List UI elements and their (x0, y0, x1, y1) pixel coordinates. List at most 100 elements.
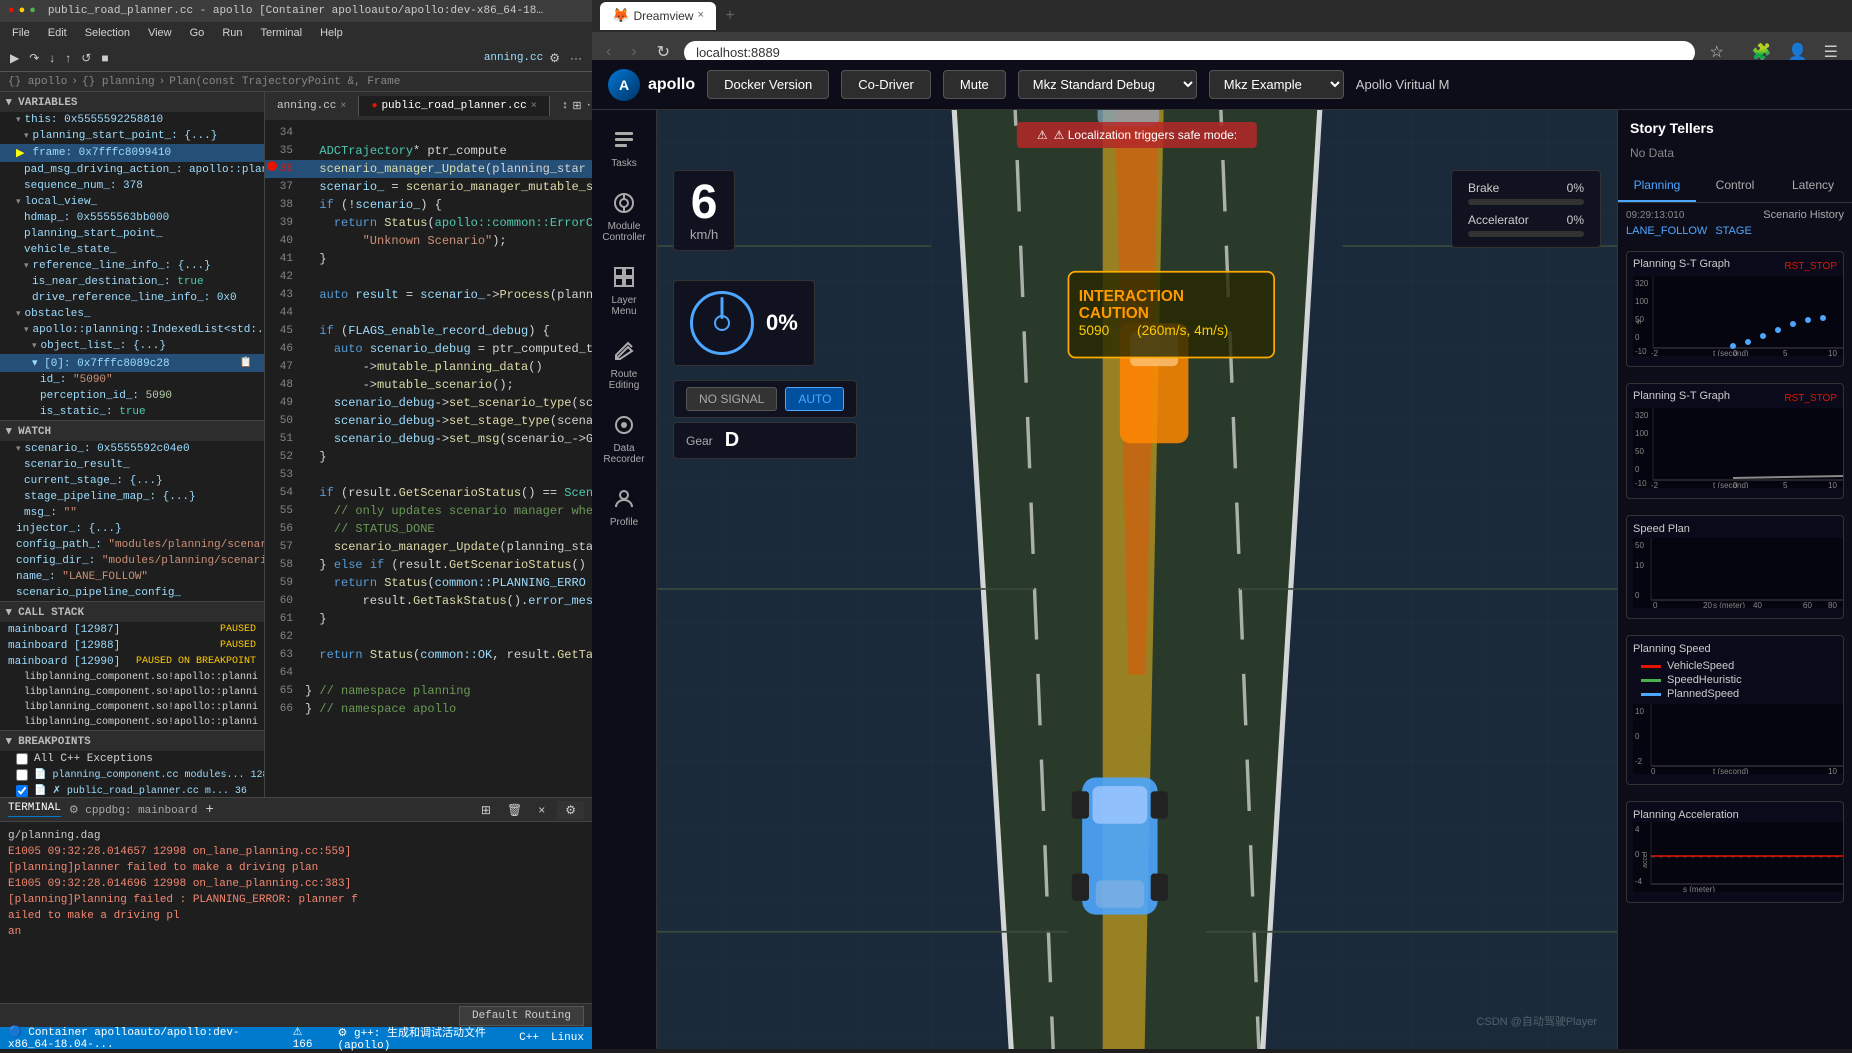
restart-btn[interactable]: ↺ (77, 49, 95, 67)
tab-public-road-planner[interactable]: ● public_road_planner.cc × (359, 96, 549, 116)
code-line-38: 38 if (!scenario_) { (265, 196, 592, 214)
planning-tab[interactable]: Planning (1618, 170, 1696, 202)
graph1-header: Planning S-T Graph RST_STOP (1633, 258, 1837, 274)
terminal-close-btn[interactable]: × (534, 801, 549, 819)
code-line-44: 44 (265, 304, 592, 322)
call-stack-header[interactable]: ▾ CALL STACK (0, 602, 264, 622)
breakpoints-header[interactable]: ▾ BREAKPOINTS (0, 731, 264, 751)
stop-btn[interactable]: ■ (97, 49, 112, 67)
right-panel-title: Story Tellers (1618, 110, 1852, 142)
status-warnings: ⚠ 166 (293, 1025, 322, 1051)
code-editor-content[interactable]: 34 35 ADCTrajectory* ptr_compute 36 scen… (265, 120, 592, 797)
svg-text:5: 5 (1783, 349, 1788, 356)
bp-public-road-planner-checkbox[interactable] (16, 785, 28, 797)
code-line-41: 41 } (265, 250, 592, 268)
mute-btn[interactable]: Mute (943, 70, 1006, 99)
code-line-64: 64 (265, 664, 592, 682)
terminal-add-btn[interactable]: + (206, 802, 214, 818)
brake-bar-bg (1468, 199, 1584, 205)
menu-help[interactable]: Help (312, 25, 351, 41)
menu-selection[interactable]: Selection (77, 25, 138, 41)
svg-text:0: 0 (1635, 850, 1640, 859)
menu-go[interactable]: Go (182, 25, 213, 41)
menu-edit[interactable]: Edit (40, 25, 75, 41)
tab-anning[interactable]: anning.cc × (265, 96, 359, 116)
watch-name: name_: "LANE_FOLLOW" (0, 569, 264, 585)
sidebar-module-controller-btn[interactable]: Module Controller (596, 181, 652, 251)
step-over-btn[interactable]: ↷ (25, 49, 43, 67)
latency-tab[interactable]: Latency (1774, 170, 1852, 202)
no-signal-btn[interactable]: NO SIGNAL (686, 387, 777, 411)
svg-text:(260m/s, 4m/s): (260m/s, 4m/s) (1137, 323, 1228, 338)
steering-circle (690, 291, 754, 355)
more-btn[interactable]: ··· (566, 49, 586, 67)
bp-planning-component[interactable]: 📄 planning_component.cc modules... 128 (0, 767, 264, 783)
menu-run[interactable]: Run (214, 25, 250, 41)
settings-btn[interactable]: ⚙ (545, 49, 564, 67)
brake-accel-panel: Brake 0% Accelerator 0% (1451, 170, 1601, 248)
code-line-51: 51 scenario_debug->set_msg(scenario_->Ge (265, 430, 592, 448)
watermark: CSDN @自动驾驶Player (1476, 1013, 1597, 1029)
scenario-history-row: 09:29:13:010 Scenario History (1618, 203, 1852, 223)
bp-all-exceptions-checkbox[interactable] (16, 753, 28, 765)
var-frame: ▶ frame: 0x7fffc8099410 (0, 144, 264, 162)
bp-planning-component-checkbox[interactable] (16, 769, 28, 781)
legend-vehicle-speed: VehicleSpeed (1641, 660, 1829, 672)
sidebar-data-recorder-btn[interactable]: Data Recorder (596, 403, 652, 473)
svg-text:5090: 5090 (1079, 323, 1110, 338)
tab-extra[interactable]: ↕⊞··· (550, 95, 592, 117)
scenario-history-label: Scenario History (1763, 209, 1844, 221)
sidebar-layer-menu-btn[interactable]: Layer Menu (596, 255, 652, 325)
variables-header[interactable]: ▾ VARIABLES (0, 92, 264, 112)
graph2-header: Planning S-T Graph RST_STOP (1633, 390, 1837, 406)
svg-text:320: 320 (1635, 411, 1649, 420)
terminal-tab-debug[interactable]: ⚙ cppdbg: mainboard (69, 803, 198, 817)
var-hdmap: hdmap_: 0x5555563bb000 (0, 210, 264, 226)
sidebar-tasks-btn[interactable]: Tasks (596, 118, 652, 177)
menu-view[interactable]: View (140, 25, 180, 41)
terminal-settings-gear[interactable]: ⚙ (557, 801, 584, 819)
example-select[interactable]: Mkz Example (1209, 70, 1344, 99)
status-right: C++ Linux (519, 1032, 584, 1044)
code-line-34: 34 (265, 124, 592, 142)
signal-gear-panel: NO SIGNAL AUTO Gear D (673, 380, 857, 459)
watch-scenario: ▾scenario_: 0x5555592c04e0 (0, 441, 264, 457)
sidebar-profile-btn[interactable]: Profile (596, 477, 652, 536)
graph1-svg: 320 100 50 0 -10 -2 0 5 10 (1633, 276, 1843, 356)
run-btn[interactable]: ▶ (6, 49, 23, 67)
code-line-61: 61 } (265, 610, 592, 628)
vehicle-speed-color (1641, 665, 1661, 668)
browser-active-tab[interactable]: 🦊 Dreamview × (600, 2, 716, 30)
tasks-label: Tasks (611, 158, 637, 169)
co-driver-btn[interactable]: Co-Driver (841, 70, 931, 99)
bp-all-exceptions[interactable]: All C++ Exceptions (0, 751, 264, 767)
auto-btn[interactable]: AUTO (785, 387, 844, 411)
step-out-btn[interactable]: ↑ (61, 49, 75, 67)
profile-icon (610, 485, 638, 513)
docker-version-btn[interactable]: Docker Version (707, 70, 829, 99)
menu-file[interactable]: File (4, 25, 38, 41)
data-recorder-icon (610, 411, 638, 439)
control-tab[interactable]: Control (1696, 170, 1774, 202)
terminal-trash-btn[interactable]: 🗑 (503, 801, 526, 819)
call-stack-section: ▾ CALL STACK mainboard [12987] PAUSED ma… (0, 602, 264, 731)
var-id: id_: "5090" (0, 372, 264, 388)
apollo-main-view: INTERACTION CAUTION 5090 (260m/s, 4m/s) (657, 110, 1617, 1049)
new-tab-btn[interactable]: + (716, 2, 744, 30)
call-stack-lib3: libplanning_component.so!apollo::planni (0, 700, 264, 715)
terminal-tab[interactable]: TERMINAL (8, 802, 61, 817)
step-into-btn[interactable]: ↓ (45, 49, 59, 67)
bp-public-road-planner[interactable]: 📄 ✗ public_road_planner.cc m... 36 (0, 783, 264, 797)
menu-terminal[interactable]: Terminal (253, 25, 311, 41)
planning-accel-graph: Planning Acceleration 4 0 -4 s (meter) a… (1626, 801, 1844, 903)
apollo-logo: A apollo (608, 69, 695, 101)
default-routing-btn[interactable]: Default Routing (459, 1006, 584, 1026)
watch-header[interactable]: ▾ WATCH (0, 421, 264, 441)
code-line-56: 56 // STATUS_DONE (265, 520, 592, 538)
sidebar-route-editing-btn[interactable]: Route Editing (596, 329, 652, 399)
browser-chrome: 🦊 Dreamview × + ‹ › ↻ ☆ 🧩 👤 ☰ (592, 0, 1852, 60)
debug-mode-select[interactable]: Mkz Standard Debug (1018, 70, 1197, 99)
browser-tab-close[interactable]: × (697, 10, 704, 22)
terminal-split-btn[interactable]: ⊞ (477, 801, 495, 819)
svg-text:100: 100 (1635, 297, 1649, 306)
